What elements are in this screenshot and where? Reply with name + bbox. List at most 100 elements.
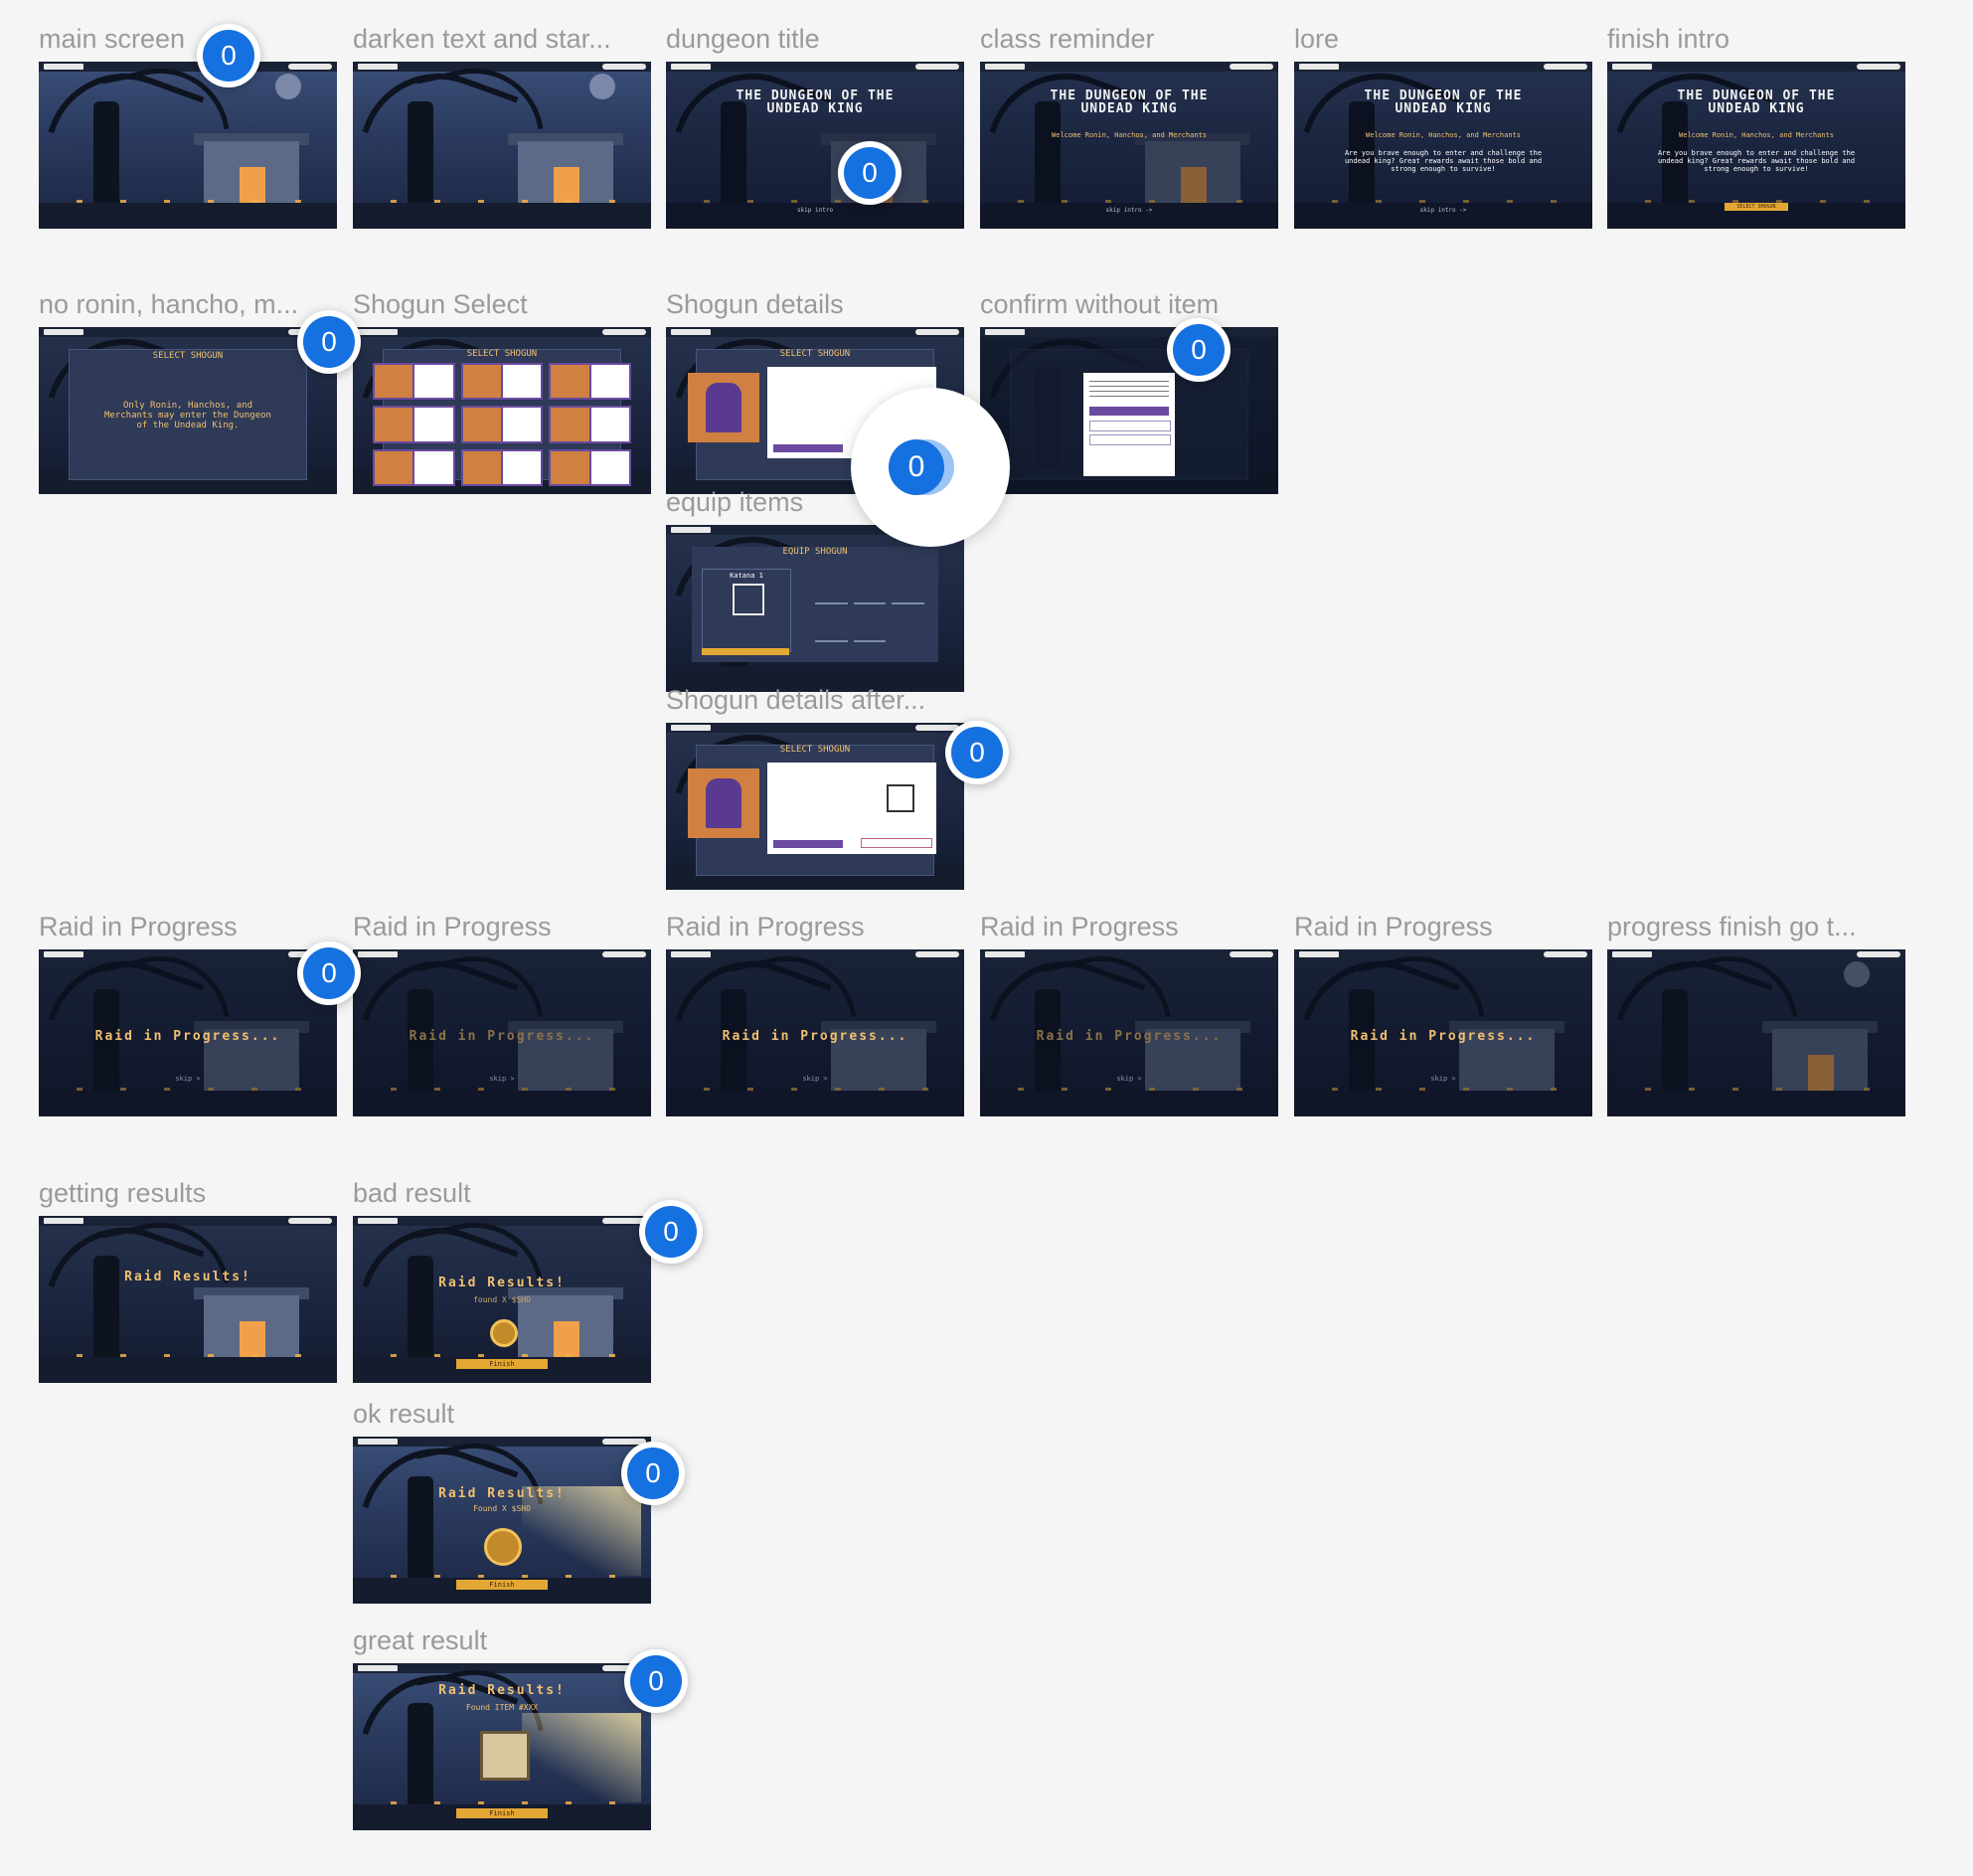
comment-badge[interactable]: 0 (639, 1200, 703, 1264)
shogun-stats-card (767, 763, 936, 854)
frame-label[interactable]: Shogun Select (353, 289, 651, 320)
unequip-item-button (861, 838, 932, 848)
frame-label[interactable]: progress finish go t... (1607, 912, 1905, 942)
coin-icon (490, 1319, 518, 1347)
frame-label[interactable]: ok result (353, 1399, 651, 1430)
equip-items-button (1089, 421, 1171, 431)
inventory-item (853, 610, 887, 642)
comment-badge[interactable]: 0 (838, 141, 902, 205)
frame-label[interactable]: no ronin, hancho, m... (39, 289, 337, 320)
frame-thumbnail[interactable]: SELECT SHOGUN (353, 327, 651, 494)
frame-thumbnail[interactable]: THE DUNGEON OF THE UNDEAD KING skip intro (666, 62, 964, 229)
skip-intro-link: skip intro -> (1105, 207, 1153, 214)
frame-thumbnail[interactable]: Raid in Progress... skip > (666, 949, 964, 1116)
lore-text: Are you brave enough to enter and challe… (1344, 149, 1543, 173)
skip-intro-link: skip intro (796, 207, 834, 214)
skip-intro-link: skip intro -> (1419, 207, 1467, 214)
frame-label[interactable]: bad result (353, 1178, 651, 1209)
welcome-text: Welcome Ronin, Hanchos, and Merchants (1679, 131, 1834, 139)
comment-badge[interactable]: 0 (945, 721, 1009, 784)
restriction-message: Only Ronin, Hanchos, and Merchants may e… (104, 401, 271, 430)
select-shogun-button: SELECT SHOGUN (1725, 203, 1788, 211)
comment-count: 0 (627, 1448, 679, 1499)
skip-link: skip > (1116, 1075, 1142, 1083)
game-title: THE DUNGEON OF THE UNDEAD KING (736, 88, 895, 116)
frame-thumbnail[interactable]: Raid Results! found X $SHO Finish (353, 1216, 651, 1383)
frame-thumbnail[interactable]: SELECT SHOGUN Only Ronin, Hanchos, and M… (39, 327, 337, 494)
finish-button: Finish (456, 1359, 548, 1369)
comment-badge[interactable]: 0 (297, 310, 361, 374)
frame-thumbnail[interactable]: THE DUNGEON OF THE UNDEAD KING Welcome Ro… (980, 62, 1278, 229)
comment-count: 0 (303, 947, 355, 999)
frame-thumbnail[interactable]: SELECT SHOGUN (666, 723, 964, 890)
raid-progress-text: Raid in Progress... (94, 1029, 281, 1044)
comment-badge-stack[interactable]: 0 (851, 388, 1010, 547)
game-title: THE DUNGEON OF THE UNDEAD KING (1050, 88, 1209, 116)
shogun-portrait (688, 768, 759, 838)
frame-thumbnail[interactable]: THE DUNGEON OF THE UNDEAD KING Welcome Ro… (1294, 62, 1592, 229)
frame-thumbnail[interactable] (980, 327, 1278, 494)
frame-label[interactable]: Raid in Progress (353, 912, 651, 942)
shogun-portrait (688, 373, 759, 442)
shogun-card (373, 406, 455, 443)
frame-thumbnail[interactable]: Raid Results! (39, 1216, 337, 1383)
lore-text: Are you brave enough to enter and challe… (1657, 149, 1856, 173)
comment-count: 0 (630, 1655, 682, 1707)
frame-label[interactable]: Raid in Progress (666, 912, 964, 942)
comment-badge[interactable]: 0 (297, 941, 361, 1005)
frame-label[interactable]: finish intro (1607, 24, 1905, 55)
raid-progress-text: Raid in Progress... (409, 1029, 595, 1044)
comment-badge[interactable]: 0 (1167, 318, 1231, 382)
craft-items-button (1089, 434, 1171, 445)
frame-thumbnail[interactable]: EQUIP SHOGUN Katana 1 (666, 525, 964, 692)
frame-label[interactable]: confirm without item (980, 289, 1278, 320)
found-text: Found X $SHO (473, 1504, 531, 1513)
frame-label[interactable]: Shogun details after... (666, 685, 964, 716)
frame-label[interactable]: Shogun details (666, 289, 964, 320)
finish-button: Finish (456, 1808, 548, 1818)
frame-label[interactable]: main screen (39, 24, 337, 55)
comment-badge[interactable]: 0 (624, 1649, 688, 1713)
frame-label[interactable]: darken text and star... (353, 24, 651, 55)
frame-thumbnail[interactable] (353, 62, 651, 229)
frame-thumbnail[interactable]: Raid in Progress... skip > (980, 949, 1278, 1116)
frame-thumbnail[interactable] (1607, 949, 1905, 1116)
found-text: found X $SHO (473, 1295, 531, 1304)
frame-thumbnail[interactable]: Raid in Progress... skip > (39, 949, 337, 1116)
frame-label[interactable]: getting results (39, 1178, 337, 1209)
welcome-text: Welcome Ronin, Hanchos, and Merchants (1052, 131, 1207, 139)
katana-slot-icon (733, 584, 764, 615)
frame-label[interactable]: great result (353, 1625, 651, 1656)
coin-icon (484, 1528, 522, 1566)
inventory-item (853, 573, 887, 604)
found-text: Found ITEM #XXX (465, 1703, 539, 1712)
game-title: THE DUNGEON OF THE UNDEAD KING (1364, 88, 1523, 116)
finish-button: Finish (456, 1580, 548, 1590)
inventory-item (892, 573, 924, 604)
frame-thumbnail[interactable] (39, 62, 337, 229)
equipped-item-icon (887, 784, 914, 812)
inventory-item (815, 610, 848, 642)
frame-thumbnail[interactable]: THE DUNGEON OF THE UNDEAD KING Welcome Ro… (1607, 62, 1905, 229)
frame-label[interactable]: Raid in Progress (39, 912, 337, 942)
game-title: THE DUNGEON OF THE UNDEAD KING (1677, 88, 1836, 116)
equip-item-button (702, 648, 789, 655)
frame-label[interactable]: class reminder (980, 24, 1278, 55)
raid-results-title: Raid Results! (438, 1486, 566, 1501)
frame-thumbnail[interactable]: Raid Results! Found ITEM #XXX Finish (353, 1663, 651, 1830)
frame-label[interactable]: Raid in Progress (1294, 912, 1592, 942)
comment-count: 0 (303, 316, 355, 368)
frame-label[interactable]: dungeon title (666, 24, 964, 55)
item-reward-icon (480, 1731, 530, 1781)
frame-thumbnail[interactable]: Raid Results! Found X $SHO Finish (353, 1437, 651, 1604)
comment-badge[interactable]: 0 (197, 24, 260, 87)
frame-thumbnail[interactable]: Raid in Progress... skip > (1294, 949, 1592, 1116)
frame-label[interactable]: lore (1294, 24, 1592, 55)
inventory-grid (815, 573, 924, 642)
comment-badge[interactable]: 0 (621, 1442, 685, 1505)
comment-count: 0 (889, 439, 944, 495)
frame-label[interactable]: Raid in Progress (980, 912, 1278, 942)
shogun-card (549, 406, 631, 443)
frame-thumbnail[interactable]: Raid in Progress... skip > (353, 949, 651, 1116)
shogun-card (549, 448, 631, 486)
